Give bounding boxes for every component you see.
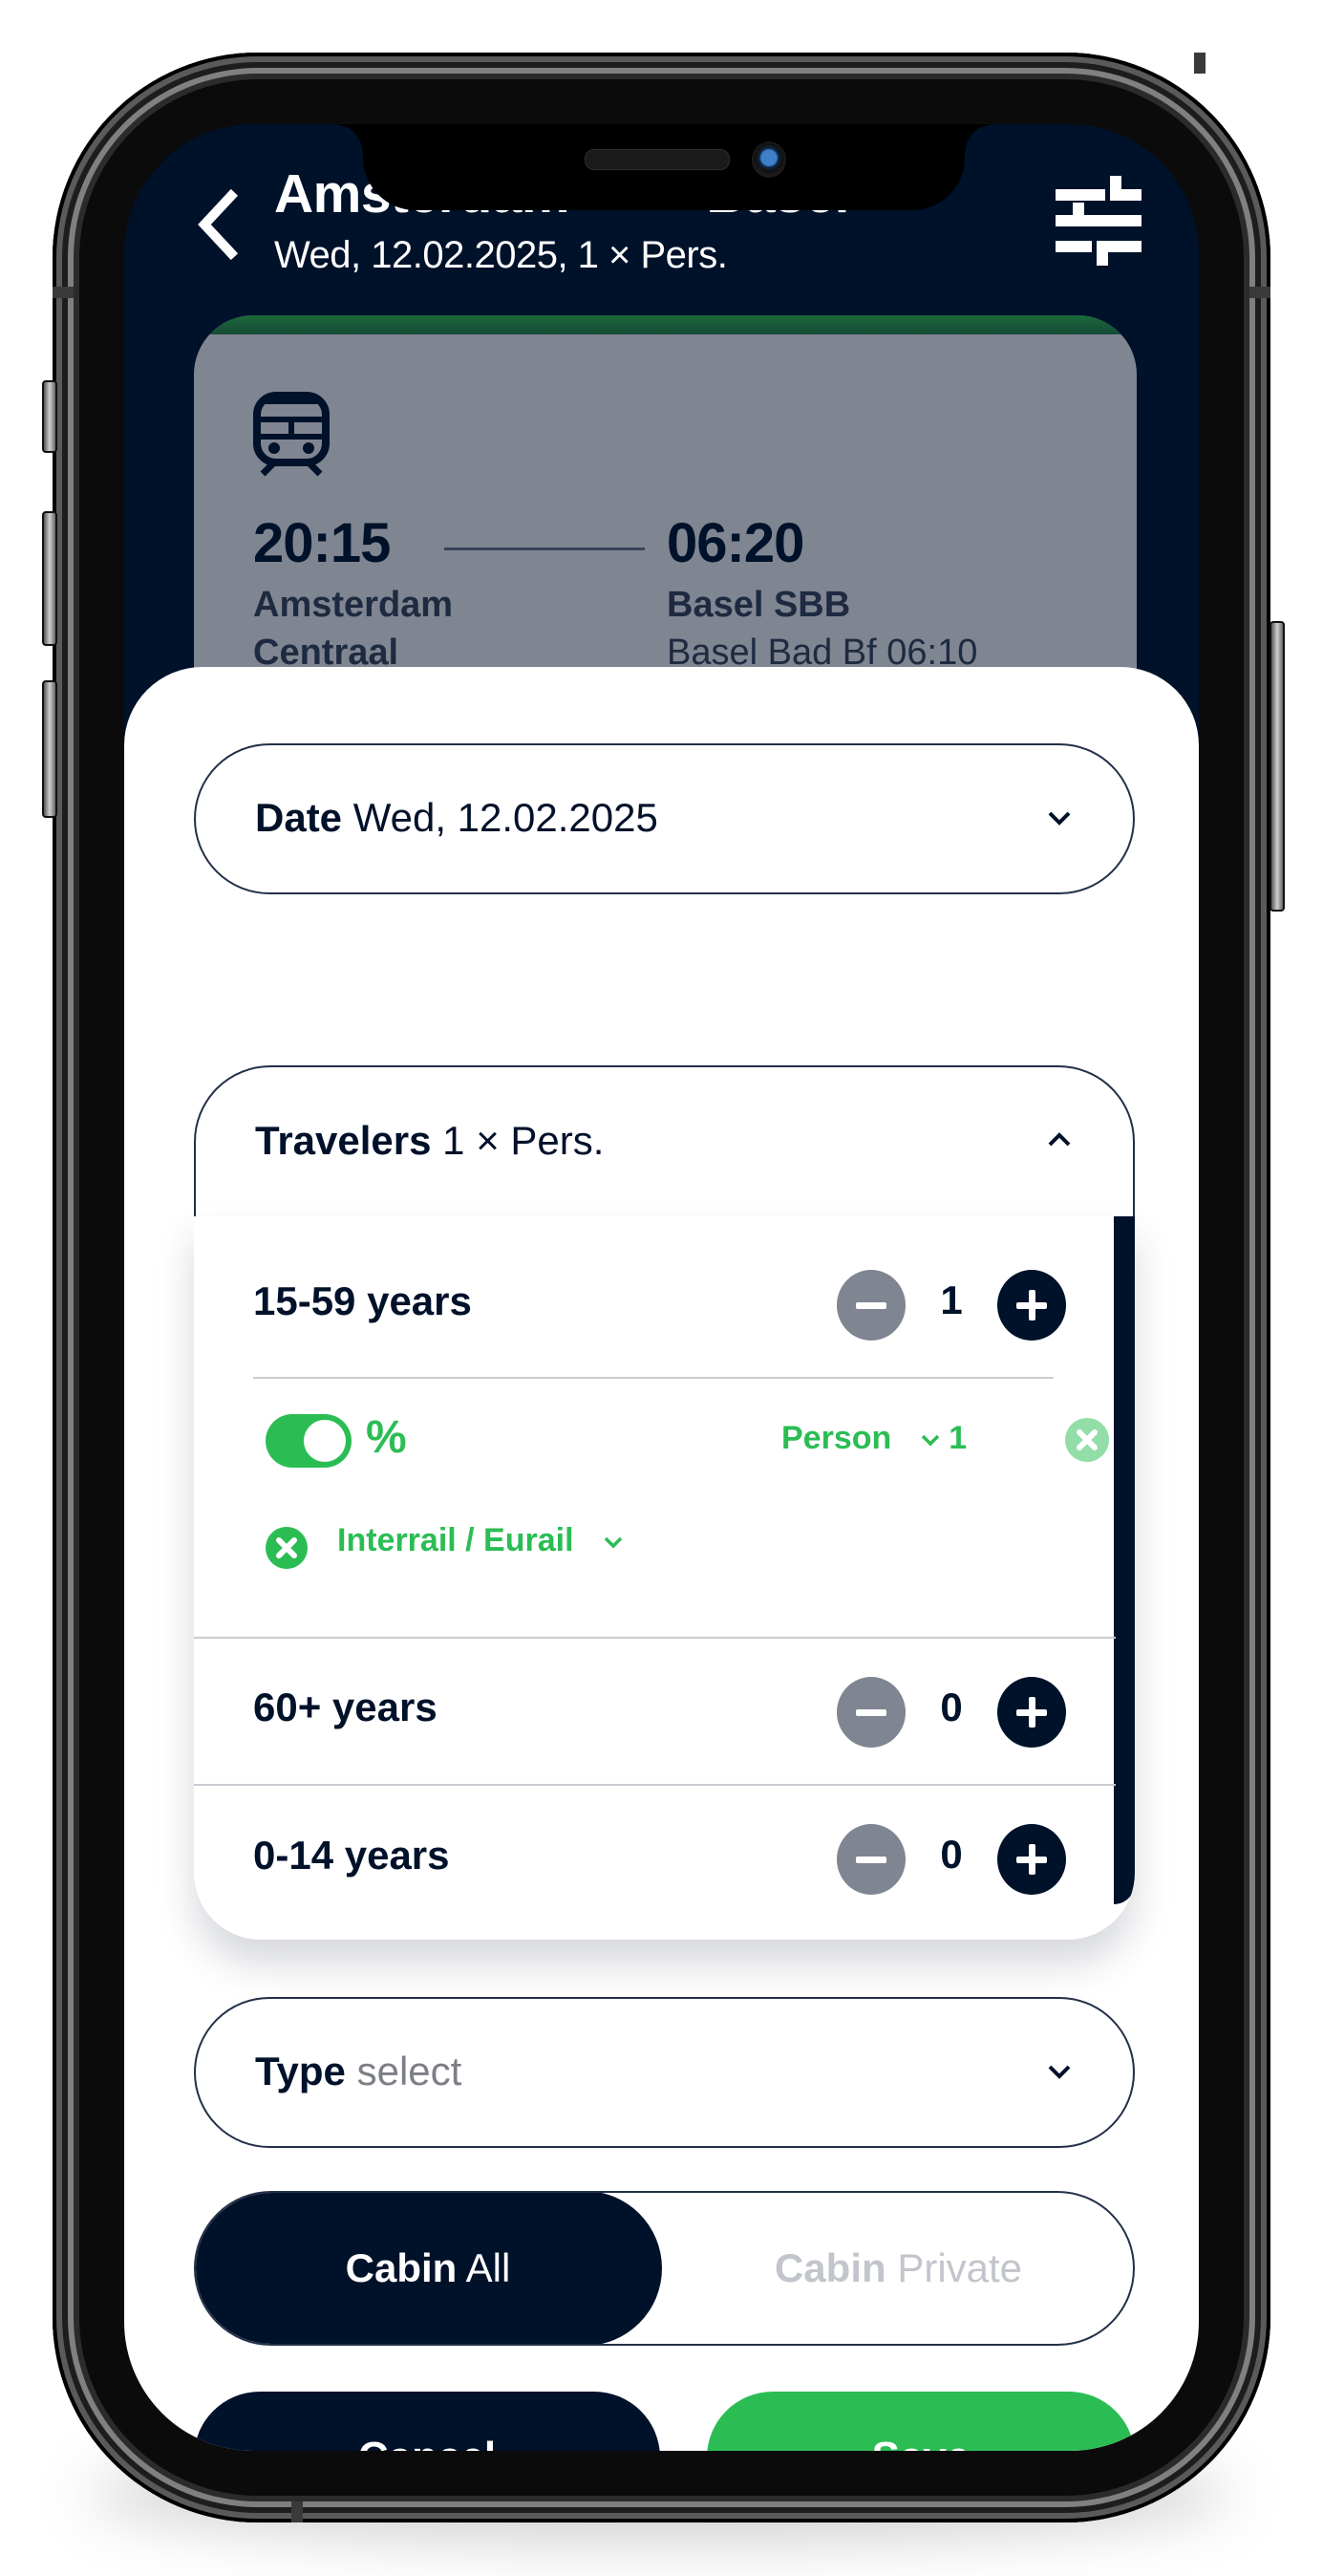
- age-group-count: 0: [940, 1832, 963, 1877]
- back-button[interactable]: [191, 186, 248, 263]
- volume-down-button: [42, 680, 57, 818]
- person-index: 1: [949, 1420, 968, 1456]
- toggle-knob: [304, 1420, 346, 1462]
- increment-button[interactable]: [997, 1270, 1066, 1341]
- travelers-value: 1 × Pers.: [442, 1118, 605, 1163]
- travelers-label: Travelers: [255, 1118, 432, 1163]
- save-button[interactable]: Save: [707, 2392, 1135, 2451]
- departure-time: 20:15: [253, 512, 391, 574]
- divider: [194, 1784, 1116, 1786]
- speaker-grille: [585, 149, 730, 170]
- arrival-station: Basel SBB: [667, 585, 851, 625]
- chevron-left-icon: [198, 188, 239, 261]
- age-group-stepper: 0: [837, 1677, 1066, 1748]
- front-camera: [752, 141, 786, 178]
- minus-icon: [856, 1857, 886, 1863]
- cabin-option-value: All: [465, 2245, 511, 2290]
- divider: [253, 1377, 1054, 1379]
- increment-button[interactable]: [997, 1824, 1066, 1895]
- travelers-panel: 15-59 years 1 % Person 1 Interrail / Eura…: [194, 1216, 1135, 1940]
- antenna-band: [1249, 287, 1270, 298]
- remove-person-button[interactable]: [1065, 1418, 1109, 1462]
- discount-toggle[interactable]: [266, 1414, 352, 1468]
- age-group-stepper: 0: [837, 1824, 1066, 1895]
- discount-card-name: Interrail / Eurail: [337, 1522, 574, 1558]
- type-placeholder: select: [356, 2049, 462, 2093]
- discount-percent-label: %: [366, 1412, 407, 1463]
- power-button: [1270, 621, 1285, 912]
- train-icon: [253, 392, 330, 477]
- person-select[interactable]: Person 1: [781, 1420, 967, 1457]
- plus-icon-v: [1029, 1844, 1035, 1875]
- age-group-count: 0: [940, 1685, 963, 1729]
- close-icon: [276, 1537, 297, 1558]
- chevron-down-icon: [604, 1536, 622, 1549]
- app-screen: Amsterdam → Basel Wed, 12.02.2025, 1 × P…: [124, 124, 1199, 2451]
- plus-icon-v: [1029, 1290, 1035, 1320]
- remove-card-button[interactable]: [266, 1527, 308, 1569]
- chevron-down-icon: [922, 1434, 940, 1447]
- cabin-option-label: Cabin: [774, 2245, 886, 2290]
- close-icon: [1077, 1429, 1098, 1450]
- route-line: [444, 547, 645, 550]
- cabin-option-private[interactable]: Cabin Private: [662, 2193, 1133, 2344]
- sliders-icon: [1056, 176, 1142, 266]
- date-label: Date: [255, 795, 343, 840]
- panel-scrollbar[interactable]: [1114, 1216, 1135, 1904]
- card-status-strip: [194, 315, 1137, 334]
- arrival-time: 06:20: [667, 512, 804, 574]
- chevron-down-icon: [1048, 2065, 1071, 2079]
- type-field[interactable]: Type select: [194, 1997, 1135, 2148]
- decrement-button[interactable]: [837, 1677, 906, 1748]
- departure-station: Amsterdam Centraal: [253, 581, 453, 676]
- person-select-label: Person: [781, 1420, 892, 1456]
- age-group-count: 1: [940, 1277, 963, 1322]
- mute-switch: [42, 380, 57, 453]
- cabin-option-all[interactable]: Cabin All: [196, 2193, 662, 2344]
- device-notch: [334, 124, 993, 210]
- plus-icon-v: [1029, 1697, 1035, 1728]
- edit-search-sheet: Date Wed, 12.02.2025 Travelers 1 × Pers.…: [124, 667, 1199, 2451]
- type-field-label: Type select: [255, 2049, 461, 2094]
- minus-icon: [856, 1709, 886, 1716]
- minus-icon: [856, 1302, 886, 1309]
- cabin-option-value: Private: [897, 2245, 1023, 2290]
- decrement-button[interactable]: [837, 1270, 906, 1341]
- date-value: Wed, 12.02.2025: [352, 795, 658, 840]
- antenna-band: [1194, 53, 1206, 74]
- chevron-down-icon: [1048, 811, 1071, 826]
- decrement-button[interactable]: [837, 1824, 906, 1895]
- age-group-stepper: 1: [837, 1270, 1066, 1341]
- route-subtitle: Wed, 12.02.2025, 1 × Pers.: [274, 234, 728, 276]
- age-group-label: 0-14 years: [253, 1833, 450, 1878]
- filter-button[interactable]: [1051, 172, 1146, 268]
- type-label: Type: [255, 2049, 346, 2093]
- travelers-field[interactable]: Travelers 1 × Pers.: [194, 1065, 1135, 1218]
- cancel-button[interactable]: Cancel: [194, 2392, 660, 2451]
- age-group-label: 15-59 years: [253, 1278, 472, 1323]
- travelers-field-label: Travelers 1 × Pers.: [255, 1118, 604, 1164]
- antenna-band: [53, 287, 74, 298]
- antenna-band: [291, 2501, 303, 2522]
- departure-station-line1: Amsterdam: [253, 585, 454, 625]
- cabin-segmented-control: Cabin All Cabin Private: [194, 2191, 1135, 2346]
- discount-card-select[interactable]: Interrail / Eurail: [337, 1522, 624, 1559]
- increment-button[interactable]: [997, 1677, 1066, 1748]
- chevron-up-icon: [1048, 1132, 1071, 1147]
- date-field[interactable]: Date Wed, 12.02.2025: [194, 743, 1135, 894]
- divider: [194, 1637, 1116, 1639]
- date-field-label: Date Wed, 12.02.2025: [255, 795, 658, 841]
- cabin-option-label: Cabin: [345, 2245, 458, 2290]
- age-group-label: 60+ years: [253, 1685, 437, 1729]
- volume-up-button: [42, 511, 57, 646]
